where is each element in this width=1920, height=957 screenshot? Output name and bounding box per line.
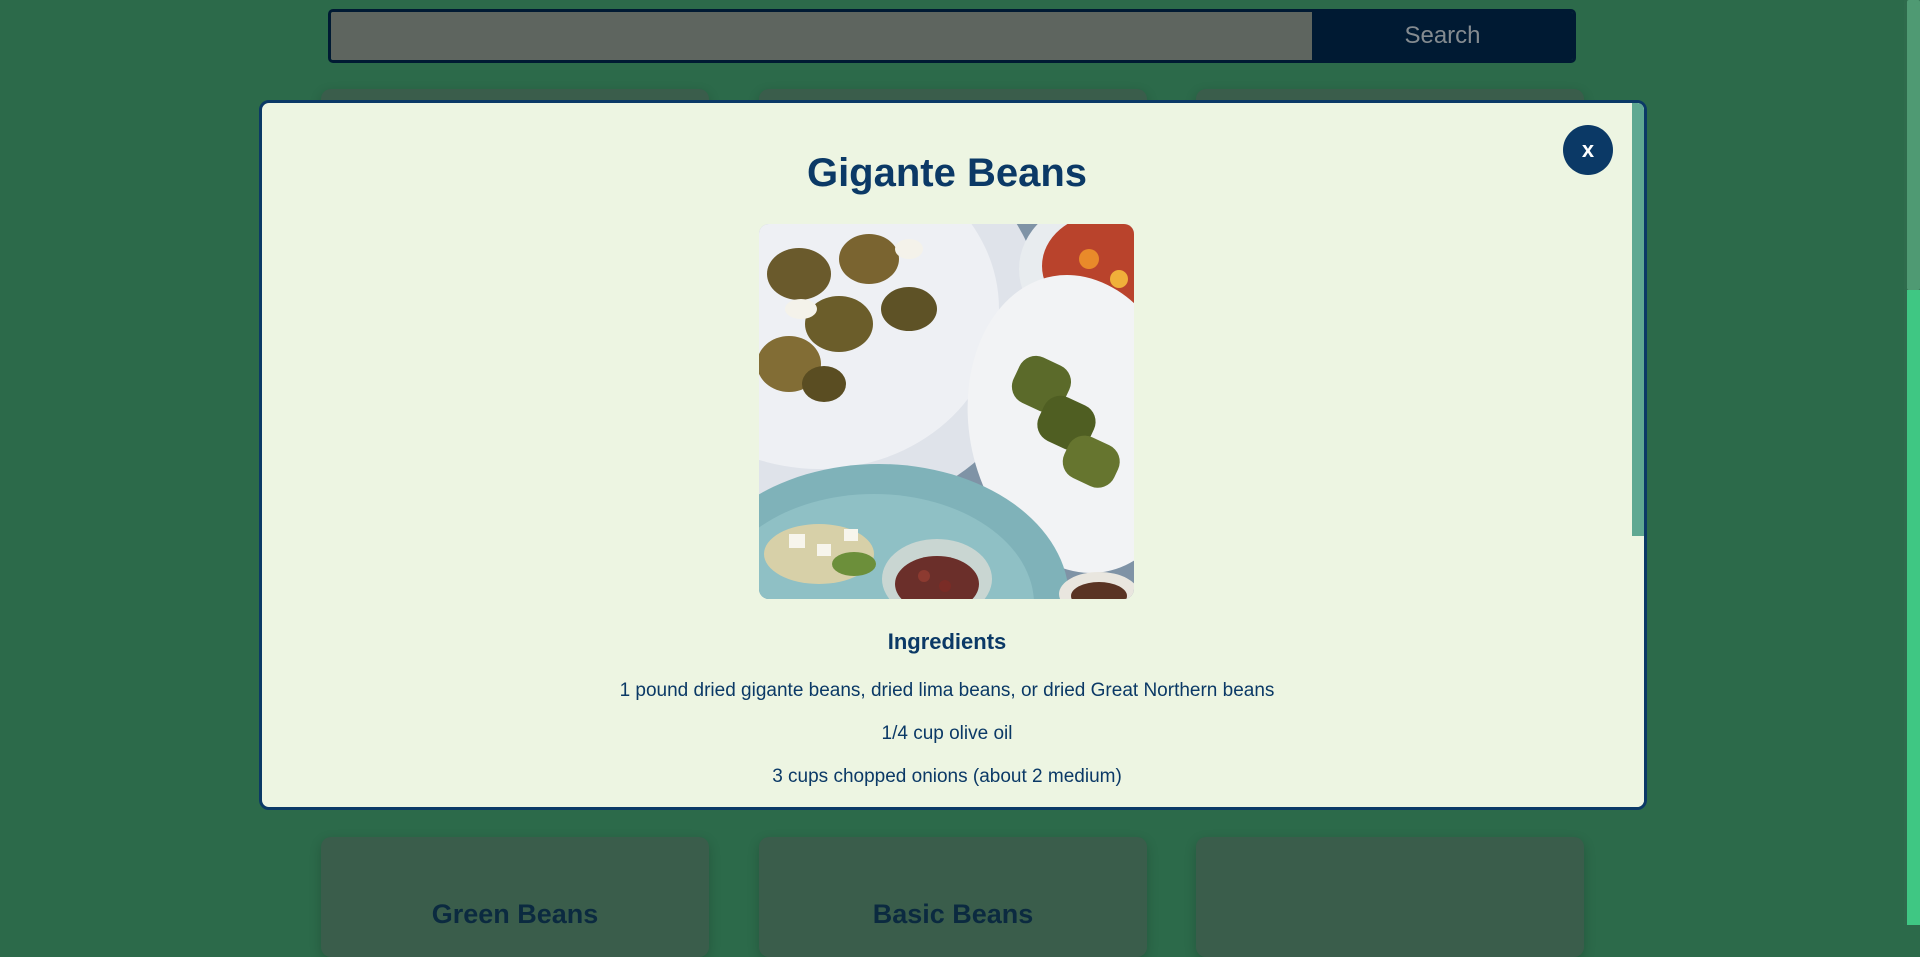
search-input[interactable]: [331, 12, 1312, 60]
recipe-image: [759, 224, 1134, 599]
page-scrollbar-track: [1907, 290, 1920, 925]
recipe-card-basic-beans[interactable]: Basic Beans: [759, 837, 1147, 957]
modal-scrollbar-thumb[interactable]: [1632, 103, 1644, 536]
recipe-card-title: Green Beans: [431, 899, 599, 929]
search-button[interactable]: Search: [1312, 12, 1573, 60]
search-bar: Search: [328, 9, 1576, 63]
page-scrollbar-thumb[interactable]: [1907, 0, 1920, 290]
ingredient-item: 1 pound dried gigante beans, dried lima …: [619, 680, 1275, 701]
recipe-card-green-beans[interactable]: Green Beans: [321, 837, 709, 957]
ingredients-heading: Ingredients: [887, 629, 1007, 654]
ingredient-item: 1/4 cup olive oil: [881, 723, 1013, 744]
recipe-card[interactable]: [1196, 837, 1584, 957]
recipe-card-title: Basic Beans: [872, 899, 1034, 929]
modal-scrollbar[interactable]: [1632, 103, 1644, 807]
recipe-modal: x Gigante Beans Ingredients 1 pound drie…: [259, 100, 1647, 810]
ingredient-item: 3 cups chopped onions (about 2 medium): [772, 766, 1122, 787]
recipe-title: Gigante Beans: [806, 151, 1088, 195]
page-scrollbar[interactable]: [1904, 0, 1920, 925]
